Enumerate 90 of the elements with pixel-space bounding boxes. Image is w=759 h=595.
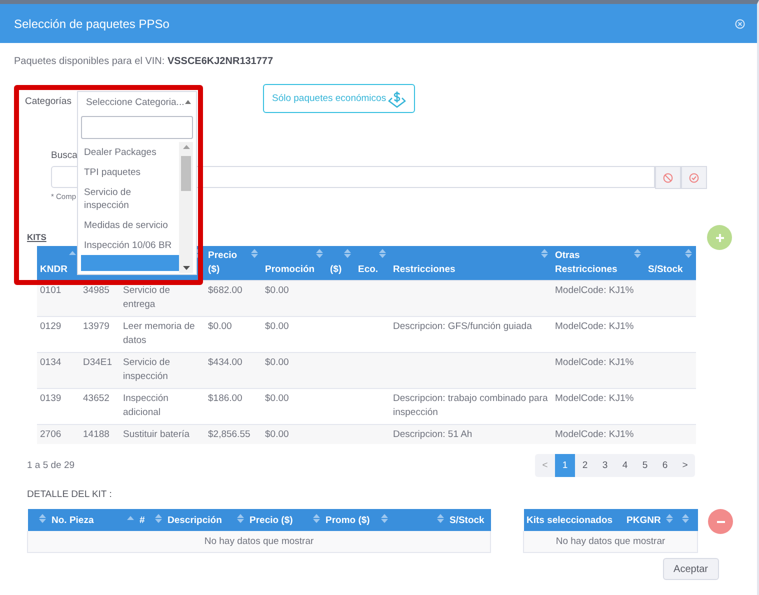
table-cell: ModelCode: KJ1% [555,428,634,440]
prohibited-icon [663,172,673,182]
table-cell: Servicio de inspección [123,356,170,382]
add-button[interactable] [707,225,732,250]
table-cell: Descripcion: GFS/función guiada [393,320,532,332]
scroll-up-icon[interactable] [182,145,190,149]
table-cell: 34985 [83,284,110,296]
sort-icon[interactable] [316,249,323,258]
page-button[interactable]: 1 [555,454,575,477]
table-cell: $0.00 [208,320,232,332]
table-cell: Sustituir batería [123,428,190,440]
sort-icon[interactable] [154,514,162,523]
vin-text: Paquetes disponibles para el VIN: VSSCE6KJ2NR131777 [14,56,274,69]
clear-button[interactable] [655,166,681,189]
check-circle-icon [689,172,699,182]
dollar-tag-icon [388,90,406,108]
page-button[interactable]: 4 [615,454,635,477]
sort-icon[interactable] [236,514,244,523]
dropdown-option[interactable]: Dealer Packages [81,142,180,162]
caret-icon [185,100,191,104]
sort-icon[interactable] [251,249,258,258]
table-cell: $2,856.55 [208,428,250,440]
page-summary: 1 a 5 de 29 [27,460,75,471]
table-cell: 0134 [40,356,62,368]
table-cell: 0129 [40,320,62,332]
window-title: Selección de paquetes PPSo [14,16,170,30]
table-cell: 13979 [83,320,110,332]
table-cell: 14188 [83,428,110,440]
dropdown-option[interactable]: TPI paquetes [81,162,180,182]
table-cell: ModelCode: KJ1% [555,320,634,332]
table-cell: ModelCode: KJ1% [555,356,634,368]
dropdown-search-field[interactable] [81,116,193,139]
scrollbar[interactable] [179,142,193,273]
page-button[interactable]: 3 [595,454,615,477]
table-cell: $0.00 [265,392,289,404]
table-cell: Leer memoria de datos [123,320,195,346]
economy-packages-button[interactable]: Sólo paquetes económicos [263,84,416,113]
sort-icon[interactable] [682,514,688,523]
table-cell: D34E1 [83,356,112,368]
table-cell: 2706 [40,428,62,440]
scrollbar-thumb[interactable] [181,156,192,191]
sort-icon[interactable] [312,514,320,523]
sort-icon[interactable] [666,514,673,523]
table-cell: $0.00 [265,320,289,332]
sort-icon[interactable] [38,514,46,523]
table-cell: ModelCode: KJ1% [555,284,634,296]
table-cell: 43652 [83,392,110,404]
next-page-button[interactable]: > [675,454,695,477]
kits-link[interactable]: KITS [27,232,46,242]
table-cell: 0139 [40,392,62,404]
scroll-down-icon[interactable] [182,266,190,270]
table-cell: 0101 [40,284,62,296]
dropdown-option[interactable]: Servicio de inspección [81,182,180,215]
section-heading: DETALLE DEL KIT : [27,489,113,500]
table-cell: Descripcion: 51 Ah [393,428,472,440]
sort-icon[interactable] [344,249,351,258]
page-button[interactable]: 6 [655,454,675,477]
close-icon[interactable] [735,18,745,28]
dropdown-option[interactable]: Inspección 10/06 BR [81,235,180,255]
remove-button[interactable] [708,509,733,534]
categories-label: Categorías [25,96,72,107]
table-cell: ModelCode: KJ1% [555,392,634,404]
sort-icon[interactable] [126,514,134,523]
table-cell: $0.00 [265,284,289,296]
sort-icon[interactable] [380,514,388,523]
table-cell: $0.00 [265,356,289,368]
search-label: Busca [51,150,78,162]
plus-icon [714,232,724,242]
sort-icon[interactable] [634,249,641,258]
empty-message: No hay datos que mostrar [28,531,490,552]
accept-button[interactable]: Aceptar [662,558,719,580]
sort-icon[interactable] [541,249,548,258]
confirm-button[interactable] [681,166,707,189]
table-cell: $0.00 [265,428,289,440]
column-header[interactable]: # [140,515,145,526]
table-cell: Inspección adicional [123,392,168,418]
table-cell: $186.00 [208,392,242,404]
table-cell: $434.00 [208,356,242,368]
page-button[interactable]: 2 [575,454,595,477]
table-cell: Servicio de entrega [123,284,170,310]
dropdown-option[interactable]: Medidas de servicio [81,215,180,235]
empty-message: No hay datos que mostrar [524,531,698,552]
table-cell: $682.00 [208,284,242,296]
previous-page-button[interactable]: < [535,454,555,477]
sort-icon[interactable] [436,514,444,523]
table-cell: Descripcion: trabajo combinado para inspección [393,392,548,418]
sort-icon[interactable] [379,249,386,258]
column-header[interactable]: ($) [330,262,342,276]
page-button[interactable]: 5 [635,454,655,477]
sort-icon[interactable] [685,249,692,258]
